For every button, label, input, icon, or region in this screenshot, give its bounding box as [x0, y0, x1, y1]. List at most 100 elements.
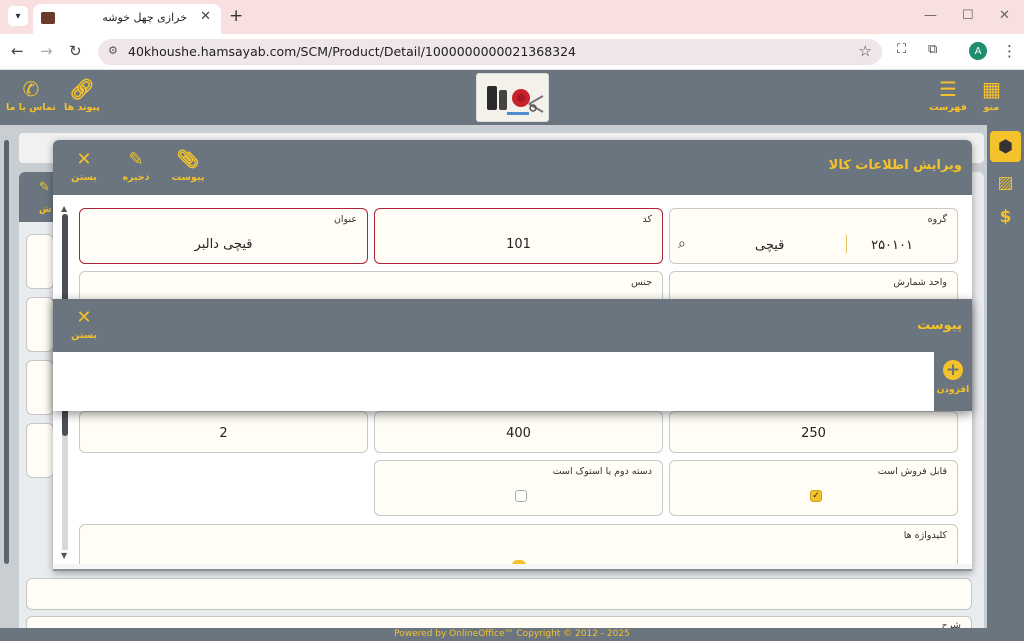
background-field [26, 234, 54, 289]
minimize-icon[interactable]: — [924, 8, 937, 23]
title-value: قیچی دالبر [194, 237, 253, 252]
tab-title: خرازی چهل خوشه [102, 11, 187, 24]
contact-button[interactable]: ✆ تماس با ما [6, 78, 56, 113]
scroll-down-arrow-icon[interactable]: ▼ [61, 551, 67, 560]
secondhand-label: دسته دوم یا استوک است [552, 466, 652, 477]
grid-icon: ▦ [982, 77, 1001, 101]
rail-dollar-icon[interactable]: $ [990, 201, 1021, 232]
contact-label: تماس با ما [6, 102, 56, 113]
scroll-up-arrow-icon[interactable]: ▲ [61, 204, 67, 213]
title-field[interactable]: عنوان قیچی دالبر [79, 208, 368, 264]
browser-toolbar: ← → ↻ ⚙ 40khoushe.hamsayab.com/SCM/Produ… [0, 34, 1024, 70]
back-arrow-icon[interactable]: ← [11, 42, 24, 60]
sellable-checkbox[interactable]: ✓ [810, 490, 822, 502]
number-field-1[interactable]: 250 [669, 411, 958, 453]
number-field-2[interactable]: 400 [374, 411, 663, 453]
attach-label: پیوست [171, 172, 205, 183]
add-attachment-button[interactable]: + افزودن [934, 360, 972, 395]
close-x-icon: ✕ [76, 149, 92, 170]
edit-modal-title: ویرایش اطلاعات کالا [828, 158, 962, 173]
pencil-icon: ✎ [39, 180, 50, 195]
url-text[interactable]: 40khoushe.hamsayab.com/SCM/Product/Detai… [128, 44, 576, 59]
number-value-2: 400 [506, 426, 531, 441]
title-label: عنوان [333, 214, 357, 225]
background-partial-label: ش [39, 205, 52, 215]
menu-button[interactable]: ▦ منو [982, 78, 1001, 113]
reload-icon[interactable]: ↻ [69, 42, 82, 60]
browser-tab-active[interactable]: خرازی چهل خوشه ✕ [33, 4, 221, 34]
sellable-field: قابل فروش است ✓ [669, 460, 958, 516]
group-label: گروه [927, 214, 947, 225]
list-label: فهرست [929, 102, 967, 113]
secondhand-checkbox[interactable] [515, 490, 527, 502]
attachment-close-button[interactable]: ✕ بستن [64, 307, 104, 342]
background-field [26, 297, 54, 352]
number-field-3[interactable]: 2 [79, 411, 368, 453]
site-info-icon[interactable]: ⚙ [108, 44, 118, 57]
attachment-close-label: بستن [71, 330, 97, 341]
search-icon[interactable]: ⌕ [678, 236, 686, 252]
group-name: قیچی [755, 238, 785, 253]
profile-avatar[interactable]: A [969, 42, 987, 60]
unit-label: واحد شمارش [893, 277, 947, 288]
app-header: ▦ منو ☰ فهرست 🔗︎ پیوند ها ✆ تماس با ما [0, 70, 1024, 125]
material-label: جنس [631, 277, 652, 288]
number-value-1: 250 [801, 426, 826, 441]
sewing-logo-icon [477, 74, 548, 121]
code-label: کد [642, 214, 652, 225]
attachment-modal: پیوست ✕ بستن + افزودن [53, 299, 972, 411]
background-field [26, 423, 54, 478]
forward-arrow-icon[interactable]: → [40, 42, 53, 60]
extensions-puzzle-icon[interactable]: ⧉ [928, 42, 937, 57]
group-divider [846, 235, 847, 253]
link-chain-icon: 🔗︎ [69, 77, 95, 101]
save-button[interactable]: ✎ ذخیره [116, 149, 156, 184]
list-button[interactable]: ☰ فهرست [929, 78, 967, 113]
phone-icon: ✆ [22, 77, 40, 101]
save-doc-icon: ✎ [128, 149, 144, 170]
plus-circle-icon: + [943, 360, 963, 380]
maximize-icon[interactable]: ☐ [962, 8, 974, 23]
tab-close-icon[interactable]: ✕ [200, 9, 211, 24]
menu-label: منو [983, 102, 1000, 113]
rail-product-cube-icon[interactable]: ⬢ [990, 131, 1021, 162]
close-x-icon: ✕ [76, 307, 92, 328]
keywords-field[interactable]: کلیدواژه ها [79, 524, 958, 565]
close-button[interactable]: ✕ بستن [64, 149, 104, 184]
footer-copyright: Powered by OnlineOffice™ Copyright © 201… [0, 628, 1024, 641]
links-label: پیوند ها [64, 102, 100, 113]
attachment-modal-title: پیوست [917, 318, 962, 333]
group-code: ۲۵۰۱۰۱ [871, 238, 913, 253]
keywords-label: کلیدواژه ها [903, 530, 947, 541]
background-field [26, 578, 972, 610]
tab-search-chevron-icon[interactable]: ▾ [8, 6, 28, 26]
close-label: بستن [71, 172, 97, 183]
window-close-icon[interactable]: ✕ [999, 8, 1010, 23]
add-label: افزودن [936, 385, 970, 395]
right-rail: ⬢ ▨ $ [987, 125, 1024, 630]
browser-tab-strip: ▾ خرازی چهل خوشه ✕ + — ☐ ✕ [0, 0, 1024, 34]
edit-modal-bottom [53, 564, 972, 571]
group-field[interactable]: گروه ۲۵۰۱۰۱ قیچی ⌕ [669, 208, 958, 264]
edit-modal-header: ویرایش اطلاعات کالا 📎︎ پیوست ✎ ذخیره ✕ ب… [53, 140, 972, 195]
attach-button[interactable]: 📎︎ پیوست [168, 149, 208, 184]
page-scrollbar[interactable] [4, 140, 9, 564]
number-value-3: 2 [219, 426, 228, 441]
sellable-label: قابل فروش است [877, 466, 947, 477]
store-logo[interactable] [476, 73, 549, 122]
secondhand-field: دسته دوم یا استوک است [374, 460, 663, 516]
rail-ticket-icon[interactable]: ▨ [990, 167, 1021, 198]
attachment-modal-header: پیوست ✕ بستن [53, 299, 972, 352]
paperclip-icon: 📎︎ [176, 149, 200, 170]
address-bar[interactable]: ⚙ 40khoushe.hamsayab.com/SCM/Product/Det… [98, 39, 882, 65]
tab-favicon-icon [41, 12, 55, 24]
browser-menu-kebab-icon[interactable]: ⋮ [1002, 42, 1017, 60]
screen-cast-icon[interactable]: ⛶ [897, 42, 906, 57]
list-icon: ☰ [938, 77, 957, 101]
code-field[interactable]: کد 101 [374, 208, 663, 264]
new-tab-plus-icon[interactable]: + [229, 6, 243, 26]
bookmark-star-icon[interactable]: ☆ [859, 42, 872, 60]
links-button[interactable]: 🔗︎ پیوند ها [64, 78, 100, 113]
save-label: ذخیره [122, 172, 150, 183]
attachment-side-panel: + افزودن [934, 352, 972, 411]
